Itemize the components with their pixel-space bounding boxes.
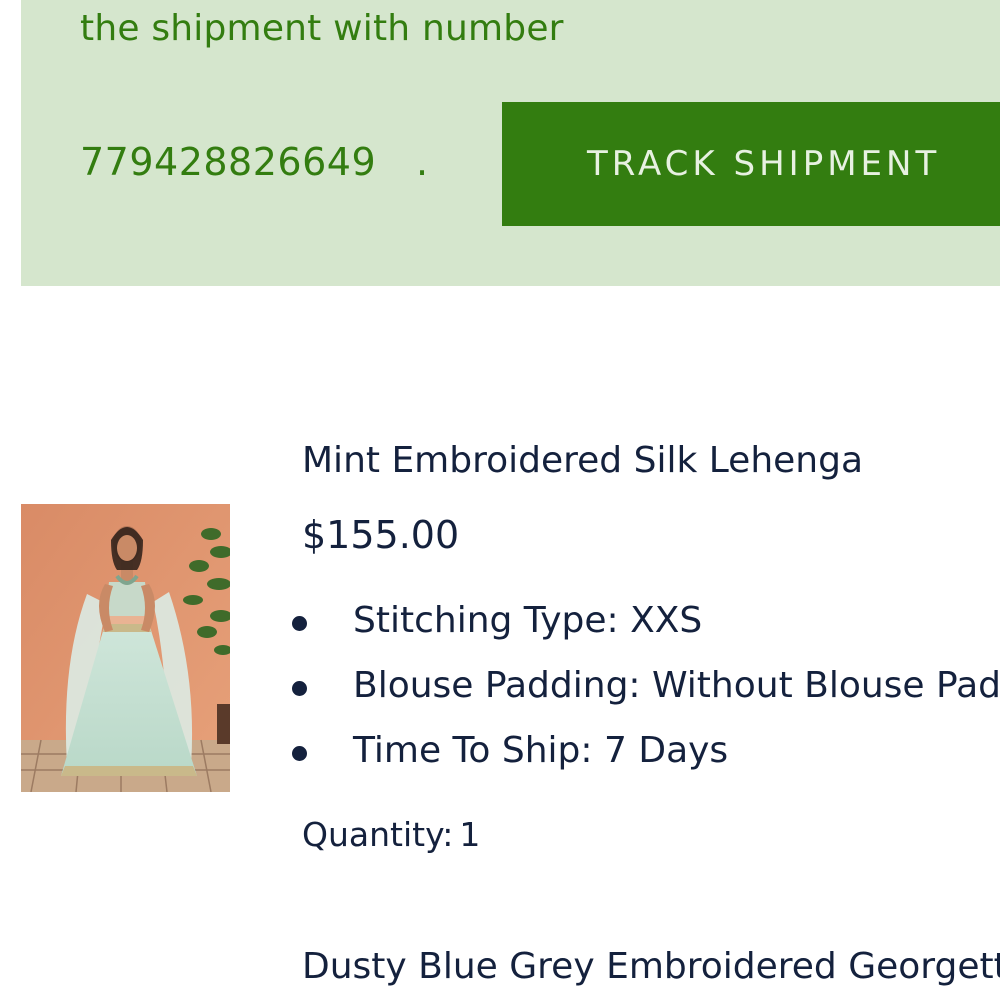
attribute-value: XXS bbox=[630, 600, 703, 641]
product-title[interactable]: Dusty Blue Grey Embroidered Georgette bbox=[302, 946, 1000, 987]
attribute-time-to-ship: Time To Ship: 7 Days bbox=[292, 730, 1000, 795]
shipment-message: the shipment with number bbox=[80, 8, 564, 49]
product-attributes: Stitching Type: XXS Blouse Padding: With… bbox=[292, 600, 1000, 795]
product-price: $155.00 bbox=[302, 513, 460, 557]
product-quantity: Quantity: 1 bbox=[302, 815, 480, 854]
attribute-blouse-padding: Blouse Padding: Without Blouse Padding bbox=[292, 665, 1000, 730]
tracking-number: 779428826649 bbox=[80, 140, 377, 184]
attribute-value: 7 Days bbox=[604, 730, 729, 771]
attribute-label: Time To Ship: bbox=[353, 730, 593, 771]
attribute-label: Stitching Type: bbox=[353, 600, 619, 641]
shipment-banner: the shipment with number 779428826649 . … bbox=[21, 0, 1000, 286]
attribute-label: Blouse Padding: bbox=[353, 665, 641, 706]
tracking-period: . bbox=[416, 140, 429, 184]
product-title[interactable]: Mint Embroidered Silk Lehenga bbox=[302, 440, 863, 481]
bullet-icon bbox=[292, 616, 307, 631]
attribute-value: Without Blouse Padding bbox=[652, 665, 1000, 706]
product-image[interactable] bbox=[21, 504, 230, 792]
bullet-icon bbox=[292, 681, 307, 696]
quantity-label: Quantity: bbox=[302, 815, 454, 854]
bullet-icon bbox=[292, 746, 307, 761]
quantity-value: 1 bbox=[459, 815, 481, 854]
attribute-stitching-type: Stitching Type: XXS bbox=[292, 600, 1000, 665]
order-page: the shipment with number 779428826649 . … bbox=[0, 0, 1000, 1000]
product-photo bbox=[21, 504, 230, 792]
track-shipment-button[interactable]: TRACK SHIPMENT bbox=[502, 102, 1000, 226]
